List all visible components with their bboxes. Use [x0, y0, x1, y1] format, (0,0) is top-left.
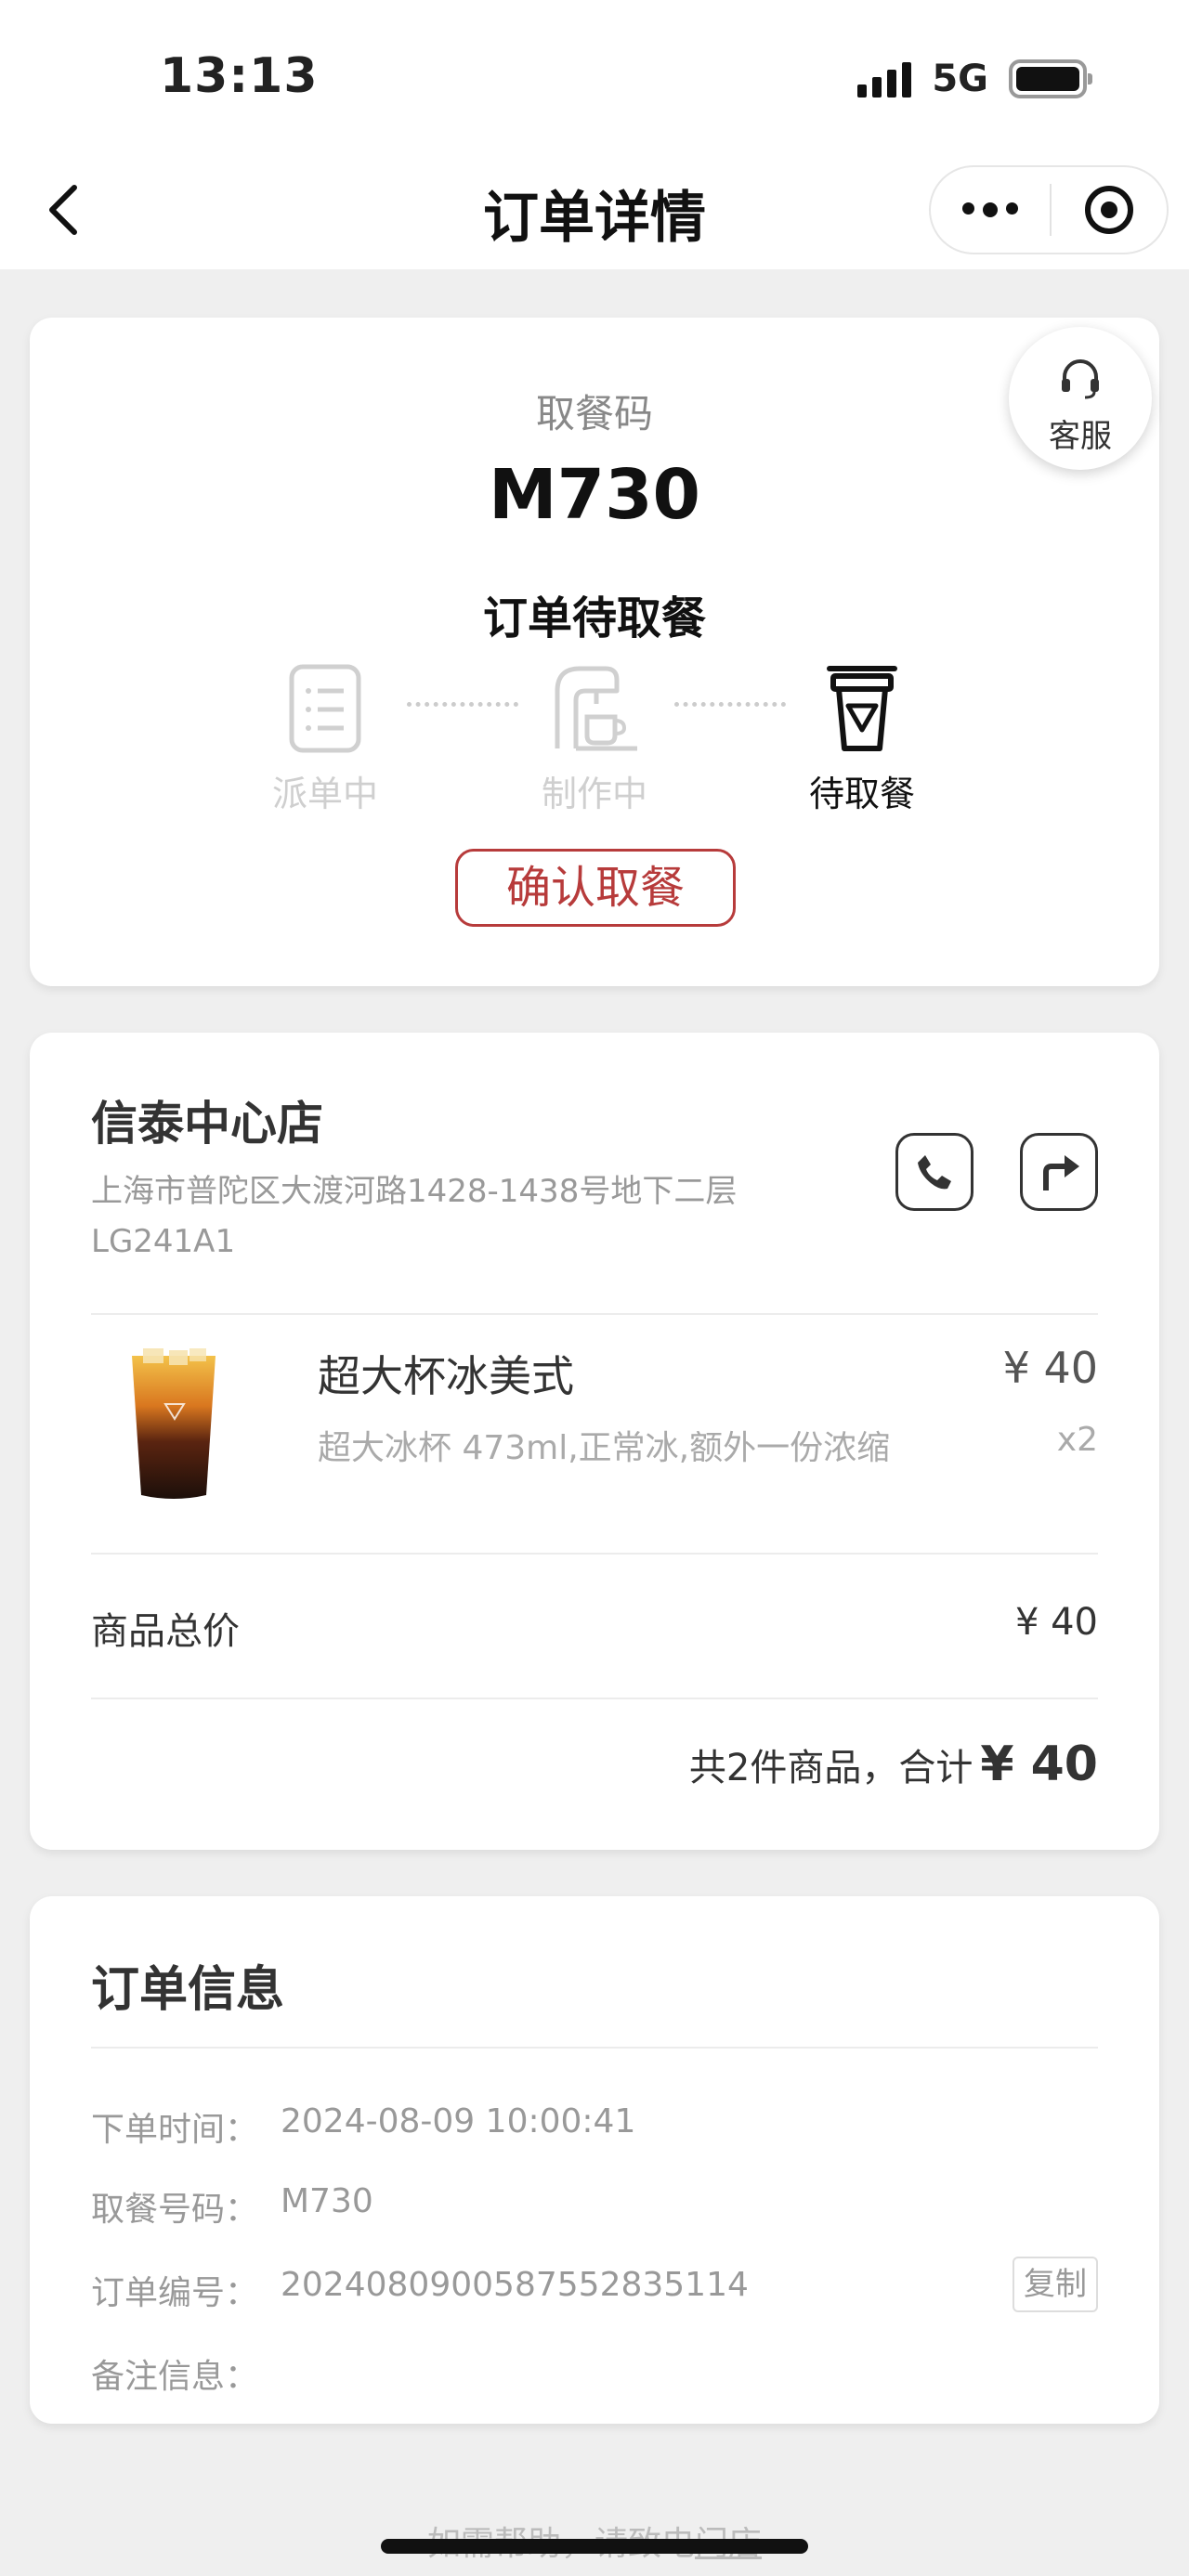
item-price: ¥ 40 — [1002, 1343, 1098, 1393]
order-number-row: 订单编号： 20240809005875528351​14 复制 — [91, 2257, 1098, 2318]
step-connector — [674, 702, 786, 707]
mini-program-capsule — [929, 165, 1169, 254]
order-time: 2024-08-09 10:00:41 — [281, 2102, 636, 2140]
clipboard-icon — [251, 657, 399, 760]
top-bar: 13:13 5G 订单详情 — [0, 0, 1189, 269]
store-address: 上海市普陀区大渡河路1428-1438号地下二层LG241A1 — [91, 1173, 738, 1260]
more-button[interactable] — [931, 202, 1050, 217]
pickup-code: M730 — [488, 455, 701, 535]
step-making: 制作中 — [520, 657, 669, 816]
order-info-title: 订单信息 — [91, 1962, 285, 2018]
coffee-machine-icon — [520, 657, 669, 760]
pickup-card: 取餐码 M730 订单待取餐 客服 派单中 制作中 待取餐 确认取餐 — [30, 318, 1159, 986]
step-ready: 待取餐 — [788, 657, 936, 816]
subtotal-value: ¥ 40 — [1014, 1601, 1098, 1644]
step-dispatching: 派单中 — [251, 657, 399, 816]
status-indicators: 5G — [857, 58, 1092, 100]
pickup-number-row: 取餐号码： M730 — [91, 2182, 373, 2229]
total-value: ¥ 40 — [980, 1737, 1098, 1792]
status-time: 13:13 — [160, 48, 319, 104]
confirm-pickup-button[interactable]: 确认取餐 — [455, 849, 736, 927]
item-quantity: x2 — [1056, 1421, 1098, 1459]
order-time-row: 下单时间： 2024-08-09 10:00:41 — [91, 2102, 636, 2149]
network-type: 5G — [932, 58, 988, 100]
order-status: 订单待取餐 — [482, 592, 706, 644]
navigate-button[interactable] — [1020, 1133, 1098, 1211]
call-store-button[interactable] — [895, 1133, 973, 1211]
close-mini-program-button[interactable] — [1052, 186, 1167, 234]
cup-icon — [788, 657, 936, 760]
customer-service-button[interactable]: 客服 — [1009, 327, 1152, 470]
order-number: 20240809005875528351​14 — [281, 2266, 749, 2304]
product-image — [123, 1347, 225, 1504]
pickup-number: M730 — [281, 2182, 373, 2220]
headset-icon — [1062, 359, 1099, 399]
total-prefix: 共2件商品，合计 — [688, 1747, 973, 1789]
directions-icon — [1043, 1155, 1079, 1190]
subtotal-label: 商品总价 — [91, 1610, 240, 1653]
copy-order-number-button[interactable]: 复制 — [1013, 2257, 1098, 2312]
order-total: 共2件商品，合计 ¥ 40 — [689, 1737, 1098, 1792]
home-indicator — [381, 2539, 808, 2554]
item-spec: 超大冰杯 473ml,正常冰,额外一份浓缩 — [318, 1429, 891, 1467]
order-info-card: 订单信息 下单时间： 2024-08-09 10:00:41 取餐号码： M73… — [30, 1896, 1159, 2424]
order-items-card: 信泰中心店 上海市普陀区大渡河路1428-1438号地下二层LG241A1 超大… — [30, 1033, 1159, 1850]
remarks-row: 备注信息： — [91, 2358, 259, 2396]
pickup-code-label: 取餐码 — [535, 391, 653, 436]
customer-service-label: 客服 — [1049, 418, 1112, 455]
store-name: 信泰中心店 — [91, 1097, 323, 1151]
target-icon — [1085, 186, 1133, 234]
step-connector — [407, 702, 518, 707]
item-name: 超大杯冰美式 — [318, 1351, 574, 1401]
phone-icon — [918, 1155, 951, 1190]
battery-icon — [1009, 59, 1092, 98]
signal-icon — [857, 60, 912, 98]
